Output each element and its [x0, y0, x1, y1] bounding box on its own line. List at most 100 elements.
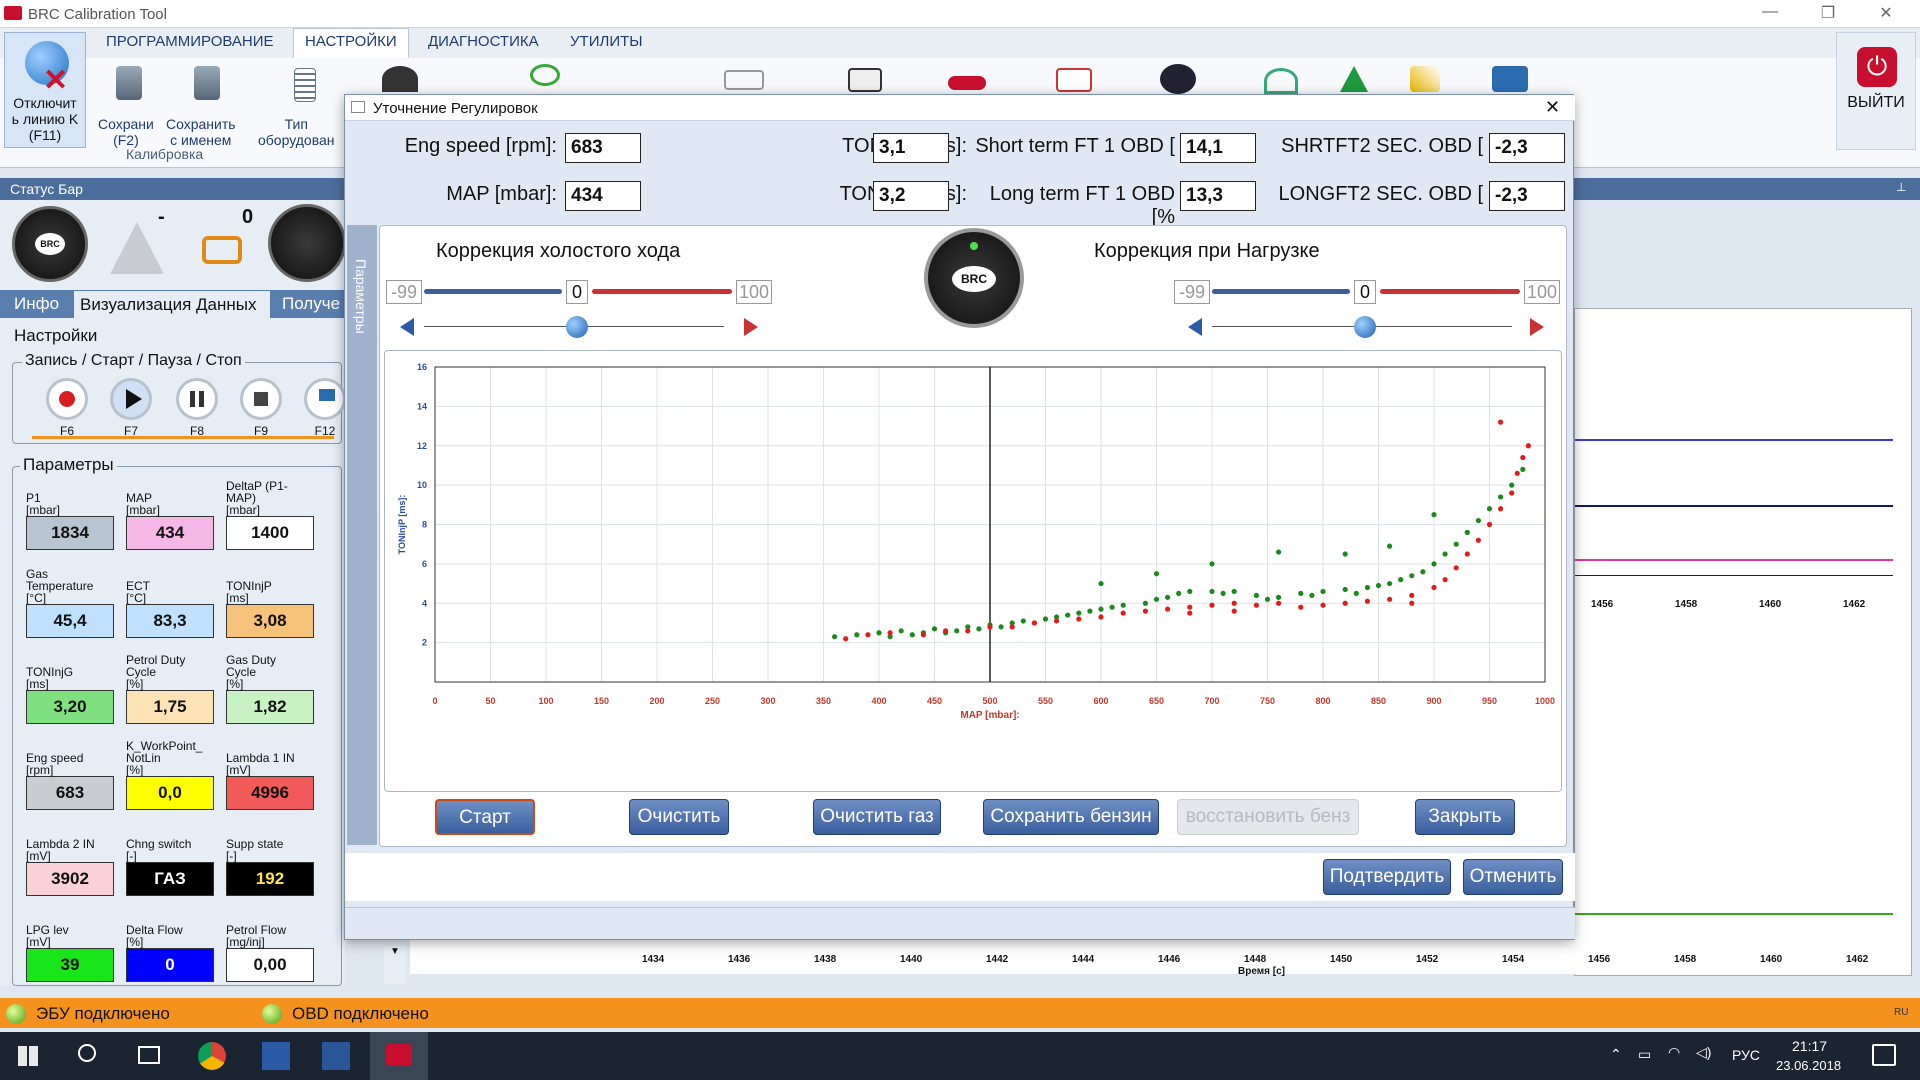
x-tick-label: 500	[982, 696, 997, 706]
param-label: Gas Temperature [°C]	[26, 567, 94, 605]
pause-button[interactable]	[176, 378, 218, 420]
param-tile: Lambda 2 IN [mV] 3902	[26, 824, 114, 896]
start-button[interactable]: Старт	[435, 799, 535, 835]
close-icon[interactable]: ✕	[1545, 97, 1560, 118]
restore-button[interactable]: ❐	[1808, 3, 1848, 23]
disconnect-k-line-button[interactable]: ✕ Отключит ь линию K (F11)	[4, 32, 86, 148]
data-point	[1364, 598, 1370, 604]
info-icon[interactable]	[1492, 66, 1528, 92]
wrench-icon[interactable]	[1410, 66, 1440, 92]
brc-taskbar-app[interactable]	[370, 1032, 428, 1080]
tool-gauge-icon[interactable]	[1160, 64, 1196, 94]
param-tile: MAP [mbar] 434	[126, 478, 214, 550]
tab-data-visualization[interactable]: Визуализация Данных	[74, 291, 270, 318]
tab-settings[interactable]: НАСТРОЙКИ	[305, 33, 397, 50]
data-point	[832, 634, 838, 640]
wifi-icon[interactable]: ◠	[1668, 1044, 1680, 1061]
time-axis-bottom: 1434 1436 1438 1440 1442 1444 1446 1448 1450 1452…	[410, 950, 1910, 980]
data-point	[998, 624, 1004, 630]
data-point	[1475, 537, 1481, 543]
param-value: 39	[26, 948, 114, 982]
idle-left-arrow-icon[interactable]	[400, 318, 414, 336]
data-point	[1353, 590, 1359, 597]
time-tick-label: 1454	[1502, 954, 1525, 965]
speedometer-icon[interactable]	[1264, 68, 1298, 94]
record-button[interactable]	[46, 378, 88, 420]
data-point	[1509, 482, 1515, 488]
tab-receive[interactable]: Получе	[282, 294, 340, 314]
key-f12: F12	[314, 424, 336, 438]
keyboard-language[interactable]: РУС	[1732, 1047, 1760, 1063]
scroll-down-icon[interactable]: ▼	[384, 946, 406, 984]
param-value: 4996	[226, 776, 314, 810]
sensor-icon[interactable]	[848, 68, 882, 92]
tab-utilities[interactable]: УТИЛИТЫ	[570, 33, 643, 50]
x-tick-label: 400	[871, 696, 886, 706]
search-icon[interactable]	[78, 1044, 96, 1062]
save-petrol-button[interactable]: Сохранить бензин	[983, 799, 1159, 835]
param-label: Petrol Duty Cycle [%]	[126, 653, 186, 691]
tab-info[interactable]: Инфо	[14, 294, 59, 314]
time-tick-label: 1436	[728, 954, 751, 965]
start-icon[interactable]	[18, 1046, 38, 1066]
data-point	[954, 628, 960, 634]
data-point	[887, 630, 893, 636]
dialog-icon	[351, 101, 365, 113]
idle-right-arrow-icon[interactable]	[744, 318, 758, 336]
cancel-button[interactable]: Отменить	[1463, 859, 1563, 895]
data-point	[1387, 543, 1393, 549]
pin-icon[interactable]: ⊥	[1896, 180, 1906, 194]
chart-icon[interactable]	[724, 70, 764, 90]
param-label: Lambda 1 IN [mV]	[226, 751, 295, 777]
longft2-value: -2,3	[1489, 181, 1565, 211]
idle-slider-thumb[interactable]	[566, 316, 588, 338]
minimize-button[interactable]: —	[1750, 3, 1790, 21]
tab-diagnostics[interactable]: ДИАГНОСТИКА	[428, 33, 539, 50]
data-point	[865, 632, 871, 638]
stop-button[interactable]	[240, 378, 282, 420]
close-button[interactable]: Закрыть	[1415, 799, 1515, 835]
data-point	[987, 624, 993, 630]
flag-button[interactable]	[304, 378, 346, 420]
word-icon[interactable]	[322, 1042, 350, 1070]
data-point	[1298, 590, 1304, 597]
tab-programming[interactable]: ПРОГРАММИРОВАНИЕ	[106, 33, 274, 50]
clear-button[interactable]: Очистить	[629, 799, 729, 835]
settings-title: Настройки	[14, 326, 98, 345]
notifications-icon[interactable]	[1872, 1044, 1896, 1066]
params-side-tab[interactable]: Параметры	[347, 225, 377, 845]
time-tick-label: 1458	[1674, 954, 1697, 965]
graph-icon[interactable]	[1056, 68, 1092, 92]
data-point	[976, 626, 982, 632]
tree-icon[interactable]	[1340, 66, 1368, 92]
param-tile: Supp state [-] 192	[226, 824, 314, 896]
task-view-icon[interactable]	[138, 1046, 160, 1064]
idle-negative-track	[424, 289, 562, 294]
exit-button[interactable]: ⏻ ВЫЙТИ	[1836, 32, 1916, 150]
load-slider-thumb[interactable]	[1354, 316, 1376, 338]
idle-max: 100	[736, 280, 772, 304]
x-tick-label: 1000	[1535, 696, 1555, 706]
correction-panel: Коррекция холостого хода Коррекция при Н…	[379, 225, 1567, 847]
tray-chevron-icon[interactable]: ⌃	[1610, 1046, 1622, 1063]
data-point	[1509, 490, 1515, 496]
clear-gas-button[interactable]: Очистить газ	[813, 799, 941, 835]
floppy-app-icon[interactable]	[262, 1042, 290, 1070]
load-right-arrow-icon[interactable]	[1530, 318, 1544, 336]
car-icon[interactable]	[948, 76, 986, 90]
play-button[interactable]	[110, 378, 152, 420]
data-point	[1253, 592, 1259, 598]
confirm-button[interactable]: Подтвердить	[1323, 859, 1451, 895]
satellite-icon[interactable]	[530, 64, 560, 86]
load-left-arrow-icon[interactable]	[1188, 318, 1202, 336]
data-point	[1220, 590, 1226, 597]
x-tick-label: 600	[1093, 696, 1108, 706]
chrome-icon[interactable]	[198, 1042, 226, 1070]
clock-date: 23.06.2018	[1776, 1058, 1842, 1073]
param-value: 1,82	[226, 690, 314, 724]
gauge-icon[interactable]	[382, 66, 418, 92]
param-label: Gas Duty Cycle [%]	[226, 653, 277, 691]
volume-icon[interactable]: ◁)	[1696, 1044, 1711, 1061]
close-window-button[interactable]: ✕	[1866, 3, 1906, 23]
battery-icon[interactable]: ▭	[1638, 1046, 1651, 1063]
